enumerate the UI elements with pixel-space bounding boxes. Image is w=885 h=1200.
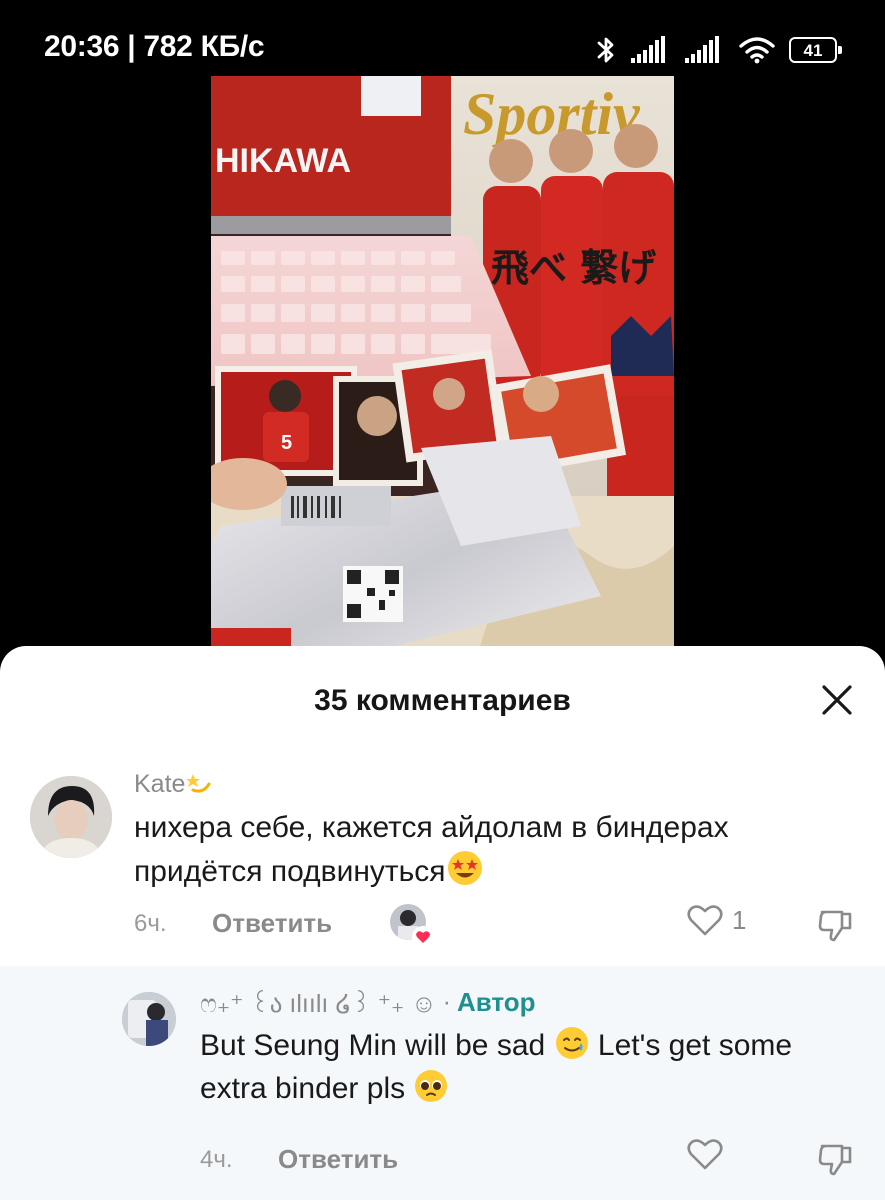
close-button[interactable] <box>817 680 857 720</box>
avatar-image <box>30 776 112 858</box>
reply-item: ෆ₊⁺ ꒰ა ılıılı ໒꒱ ⁺₊ ☺ · Автор But Seung … <box>0 966 885 1200</box>
close-icon[interactable] <box>817 680 857 720</box>
comment-text-part1: But Seung Min will be sad <box>200 1029 546 1062</box>
battery-icon: 41 <box>789 37 842 63</box>
avatar[interactable] <box>122 992 176 1046</box>
comment-username[interactable]: ෆ₊⁺ ꒰ა ılıılı ໒꒱ ⁺₊ ☺ · Автор <box>200 986 536 1019</box>
thumbs-down-icon[interactable] <box>816 906 856 946</box>
bluetooth-icon <box>597 37 614 63</box>
comment-time: 4ч. <box>200 1145 233 1173</box>
status-time: 20:36 | 782 КБ/с <box>44 30 265 63</box>
signal-icon <box>631 36 665 63</box>
like-count: 1 <box>732 904 747 935</box>
username-text[interactable]: ෆ₊⁺ ꒰ა ılıılı ໒꒱ ⁺₊ ☺ <box>200 986 437 1019</box>
author-tag: Автор <box>456 987 536 1017</box>
comment-item: Kate нихера себе, кажется айдолам в бинд… <box>0 756 885 966</box>
username-text[interactable]: Kate <box>134 770 185 798</box>
dizzy-emoji-icon <box>186 774 211 793</box>
magazine-kanji: 飛べ 繋げ <box>491 246 656 290</box>
video-thumbnail: HIKAWA Sportiv 飛べ 繋げ 5 <box>211 76 674 676</box>
heart-outline-icon[interactable] <box>686 1136 724 1172</box>
author-separator: · <box>442 988 451 1016</box>
like-button[interactable]: 1 <box>686 902 746 938</box>
battery-level: 41 <box>803 40 823 60</box>
like-button[interactable] <box>686 1136 732 1172</box>
comment-text: But Seung Min will be sad Let's get some… <box>200 1024 860 1110</box>
dislike-button[interactable] <box>816 906 856 946</box>
comment-text-body: нихера себе, кажется айдолам в биндерах … <box>134 811 729 888</box>
reply-button[interactable]: Ответить <box>278 1144 398 1175</box>
comment-time: 6ч. <box>134 909 167 937</box>
avatar-image <box>122 992 176 1046</box>
avatar[interactable] <box>30 776 112 858</box>
heart-outline-icon[interactable] <box>686 902 724 938</box>
pleading-face-emoji-icon <box>415 1070 448 1102</box>
jersey-text: HIKAWA <box>215 142 351 180</box>
comment-text: нихера себе, кажется айдолам в биндерах … <box>134 806 854 893</box>
status-bar: 20:36 | 782 КБ/с 41 <box>0 0 885 76</box>
dislike-button[interactable] <box>816 1140 856 1180</box>
card-number: 5 <box>281 432 292 454</box>
heart-badge <box>412 926 434 948</box>
heart-icon <box>416 931 430 943</box>
comment-username[interactable]: Kate <box>134 768 215 799</box>
status-icons: 41 <box>595 32 842 68</box>
smiling-tear-emoji-icon <box>555 1027 588 1059</box>
comment-meta: 6ч. Ответить <box>134 908 332 939</box>
comment-meta: 4ч. Ответить <box>200 1144 398 1175</box>
video-frame[interactable]: HIKAWA Sportiv 飛べ 繋げ 5 <box>211 76 674 676</box>
star-struck-emoji-icon <box>447 851 482 885</box>
thumbs-down-icon[interactable] <box>816 1140 856 1180</box>
comments-sheet: 35 комментариев Kate нихера себе, кажетс… <box>0 646 885 1200</box>
wifi-icon <box>739 37 775 64</box>
reply-button[interactable]: Ответить <box>212 908 332 939</box>
comments-count-title: 35 комментариев <box>314 684 571 717</box>
video-player[interactable]: HIKAWA Sportiv 飛べ 繋げ 5 <box>0 76 885 676</box>
magazine-title: Sportiv <box>463 81 641 147</box>
signal-icon <box>685 36 719 63</box>
creator-liked-badge <box>390 904 434 948</box>
